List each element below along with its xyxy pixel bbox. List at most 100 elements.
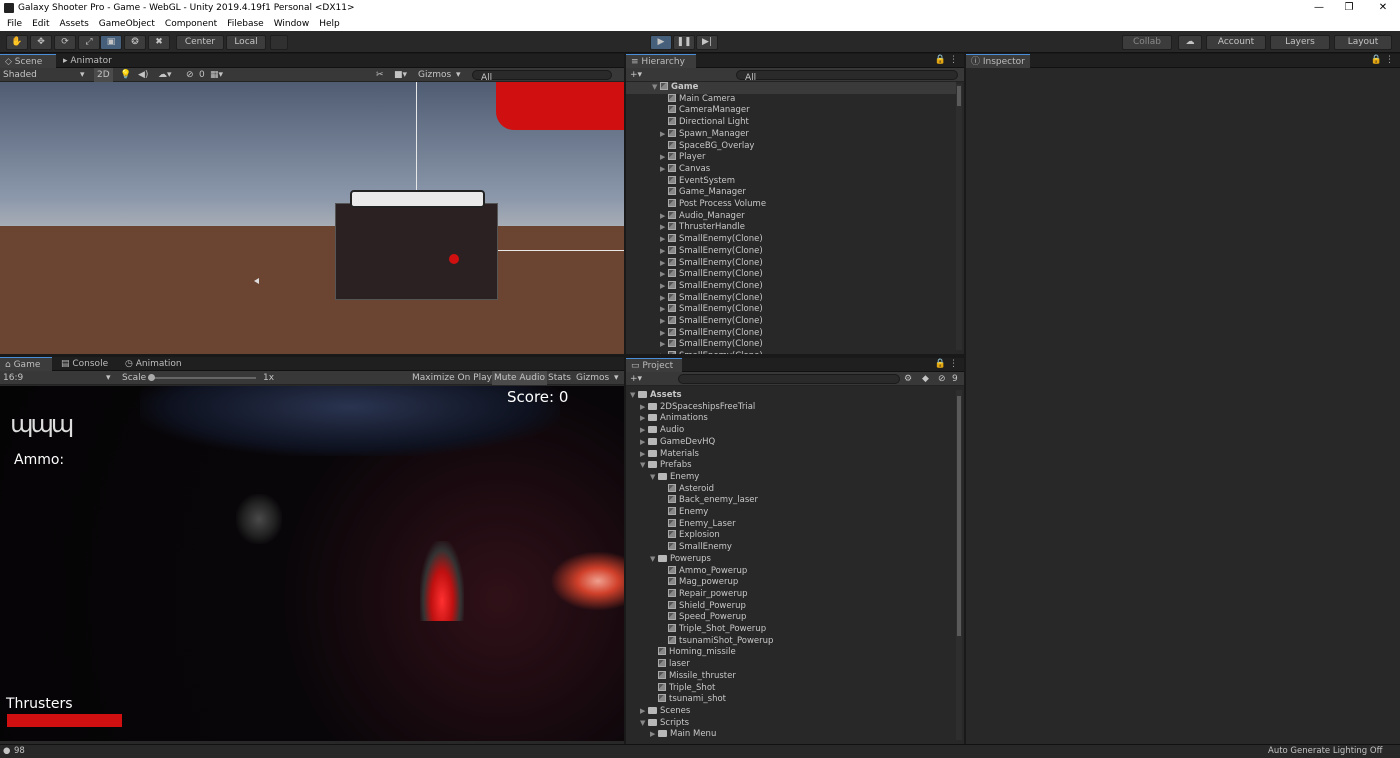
project-asset[interactable]: Repair_powerup xyxy=(626,588,748,601)
expand-arrow-icon[interactable]: ▶ xyxy=(660,304,668,316)
project-folder[interactable]: ▼ Scripts xyxy=(626,718,689,730)
project-folder[interactable]: ▶ GameDevHQ xyxy=(626,437,715,449)
minimize-button[interactable]: — xyxy=(1304,0,1334,16)
rotate-tool-icon[interactable]: ⟳ xyxy=(54,35,76,50)
hierarchy-item[interactable]: Directional Light xyxy=(626,117,749,129)
lighting-icon[interactable]: 💡 xyxy=(120,68,131,82)
project-asset[interactable]: Enemy xyxy=(626,507,708,519)
lock-icon[interactable]: 🔒 xyxy=(935,359,946,369)
expand-arrow-icon[interactable]: ▶ xyxy=(660,293,668,305)
expand-arrow-icon[interactable]: ▶ xyxy=(640,449,648,461)
play-button[interactable]: ▶ xyxy=(650,35,672,50)
tab-hierarchy[interactable]: ≡ Hierarchy xyxy=(626,54,696,68)
effects-icon[interactable]: ☁▾ xyxy=(158,68,172,82)
menu-kebab-icon[interactable]: ⋮ xyxy=(1385,55,1394,65)
hierarchy-item[interactable]: Main Camera xyxy=(626,93,735,106)
tab-animator[interactable]: ▸ Animator xyxy=(58,54,117,68)
layout-dropdown[interactable]: Layout xyxy=(1334,35,1392,50)
project-folder[interactable]: ▶ Main Menu xyxy=(626,729,716,741)
project-asset[interactable]: Triple_Shot_Powerup xyxy=(626,624,766,636)
chevron-down-icon[interactable]: ▾ xyxy=(80,68,85,82)
menu-assets[interactable]: Assets xyxy=(60,19,89,29)
project-folder[interactable]: ▶ 2DSpaceshipsFreeTrial xyxy=(626,402,755,414)
expand-arrow-icon[interactable]: ▶ xyxy=(660,281,668,293)
expand-arrow-icon[interactable]: ▼ xyxy=(650,472,658,484)
expand-arrow-icon[interactable]: ▶ xyxy=(660,269,668,281)
expand-arrow-icon[interactable]: ▼ xyxy=(640,460,648,472)
menu-help[interactable]: Help xyxy=(319,19,340,29)
audio-icon[interactable]: ◀) xyxy=(138,68,148,82)
expand-arrow-icon[interactable]: ▼ xyxy=(650,554,658,566)
hand-tool-icon[interactable]: ✋ xyxy=(6,35,28,50)
visibility-icon[interactable]: ⊘ xyxy=(186,68,194,82)
project-asset[interactable]: tsunamiShot_Powerup xyxy=(626,635,773,648)
hierarchy-item[interactable]: ▶ SmallEnemy(Clone) xyxy=(626,292,763,305)
add-icon[interactable]: +▾ xyxy=(630,372,642,386)
snap-grid-icon[interactable] xyxy=(270,35,288,50)
collab-button[interactable]: Collab xyxy=(1122,35,1172,50)
expand-arrow-icon[interactable]: ▶ xyxy=(640,413,648,425)
custom-tool-icon[interactable]: ✖ xyxy=(148,35,170,50)
hierarchy-item[interactable]: ▶ SmallEnemy(Clone) xyxy=(626,339,763,351)
hierarchy-item[interactable]: EventSystem xyxy=(626,175,735,188)
hierarchy-item[interactable]: ▶ SmallEnemy(Clone) xyxy=(626,245,763,258)
scene-search-input[interactable]: All xyxy=(472,70,612,83)
transform-tool-icon[interactable]: ❂ xyxy=(124,35,146,50)
scale-slider-handle[interactable] xyxy=(148,374,155,381)
project-asset[interactable]: laser xyxy=(626,659,690,671)
menu-kebab-icon[interactable]: ⋮ xyxy=(949,55,958,65)
project-asset[interactable]: Enemy_Laser xyxy=(626,518,736,531)
hierarchy-item[interactable]: ▶ Audio_Manager xyxy=(626,210,745,223)
tab-game[interactable]: ⌂ Game xyxy=(0,357,52,371)
project-folder[interactable]: ▼ Prefabs xyxy=(626,460,692,472)
expand-arrow-icon[interactable]: ▶ xyxy=(660,152,668,164)
step-button[interactable]: ▶| xyxy=(696,35,718,50)
project-root-assets[interactable]: ▼ Assets xyxy=(626,390,682,402)
menu-component[interactable]: Component xyxy=(165,19,217,29)
menu-gameobject[interactable]: GameObject xyxy=(99,19,155,29)
filter-type-icon[interactable]: ⚙ xyxy=(904,372,912,386)
expand-arrow-icon[interactable]: ▶ xyxy=(640,402,648,414)
pause-button[interactable]: ❚❚ xyxy=(673,35,695,50)
expand-arrow-icon[interactable]: ▶ xyxy=(660,339,668,351)
scale-tool-icon[interactable]: ⤢ xyxy=(78,35,100,50)
expand-arrow-icon[interactable]: ▶ xyxy=(660,234,668,246)
menu-window[interactable]: Window xyxy=(274,19,310,29)
project-asset[interactable]: Homing_missile xyxy=(626,647,736,659)
project-asset[interactable]: Missile_thruster xyxy=(626,670,736,683)
hierarchy-item[interactable]: ▶ SmallEnemy(Clone) xyxy=(626,327,763,340)
project-search-input[interactable] xyxy=(678,374,900,384)
project-asset[interactable]: Ammo_Powerup xyxy=(626,565,747,578)
project-folder[interactable]: ▼ Powerups xyxy=(626,554,711,566)
hierarchy-item[interactable]: ▶ ThrusterHandle xyxy=(626,222,745,234)
expand-arrow-icon[interactable]: ▼ xyxy=(640,718,648,730)
tools-icon[interactable]: ✂ xyxy=(376,68,384,82)
hierarchy-scrollbar[interactable] xyxy=(956,84,962,350)
tab-console[interactable]: ▤ Console xyxy=(56,357,113,371)
expand-arrow-icon[interactable]: ▶ xyxy=(660,351,668,354)
project-asset[interactable]: Asteroid xyxy=(626,483,714,496)
expand-arrow-icon[interactable]: ▶ xyxy=(660,328,668,340)
hierarchy-item[interactable]: Game_Manager xyxy=(626,187,746,199)
chevron-down-icon[interactable]: ▾ xyxy=(614,371,619,385)
hierarchy-item[interactable]: ▶ SmallEnemy(Clone) xyxy=(626,280,763,293)
mute-audio-toggle[interactable]: Mute Audio xyxy=(492,371,547,385)
expand-arrow-icon[interactable]: ▶ xyxy=(660,211,668,223)
hierarchy-item[interactable]: SpaceBG_Overlay xyxy=(626,140,754,153)
tab-animation[interactable]: ◷ Animation xyxy=(120,357,187,371)
game-gizmos-dropdown[interactable]: Gizmos xyxy=(576,371,609,385)
project-asset[interactable]: tsunami_shot xyxy=(626,694,726,706)
scrollbar-thumb[interactable] xyxy=(957,86,961,106)
tab-inspector[interactable]: ⓘ Inspector xyxy=(966,54,1030,68)
hierarchy-item[interactable]: ▶ SmallEnemy(Clone) xyxy=(626,269,763,281)
add-icon[interactable]: +▾ xyxy=(630,68,642,82)
hierarchy-item[interactable]: CameraManager xyxy=(626,105,750,117)
hierarchy-item[interactable]: ▶ SmallEnemy(Clone) xyxy=(626,234,763,246)
project-asset[interactable]: Shield_Powerup xyxy=(626,600,746,613)
close-button[interactable]: ✕ xyxy=(1368,0,1398,16)
aspect-dropdown[interactable]: 16:9 xyxy=(3,371,23,385)
hierarchy-item[interactable]: ▶ Spawn_Manager xyxy=(626,128,749,141)
menu-edit[interactable]: Edit xyxy=(32,19,49,29)
chevron-down-icon[interactable]: ▾ xyxy=(106,371,111,385)
camera-icon[interactable]: ■▾ xyxy=(394,68,407,82)
